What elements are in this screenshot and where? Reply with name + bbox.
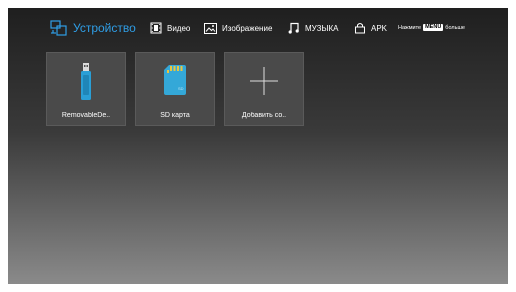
tab-music-label: МУЗЫКА <box>305 23 339 33</box>
top-navigation: Устройство Видео Изображение МУЗЫКА APK … <box>8 8 508 48</box>
tile-add-device[interactable]: Добавить со.. <box>224 52 304 126</box>
hint-prefix: Нажмите <box>398 24 422 31</box>
hint-suffix: больше <box>445 24 465 31</box>
tile-removable-device[interactable]: RemovableDe.. <box>46 52 126 126</box>
tab-apk[interactable]: APK <box>354 18 387 38</box>
tab-image[interactable]: Изображение <box>204 18 272 38</box>
bag-icon <box>354 22 366 34</box>
image-icon <box>204 22 217 34</box>
usb-drive-icon <box>79 63 93 106</box>
tab-device-label: Устройство <box>73 21 136 35</box>
tab-video[interactable]: Видео <box>150 18 190 38</box>
plus-icon <box>250 67 278 100</box>
tab-apk-label: APK <box>371 23 388 33</box>
tab-music[interactable]: МУЗЫКА <box>288 18 338 38</box>
devices-icon <box>50 20 68 36</box>
sd-card-icon: SD <box>164 65 186 100</box>
tile-label: Добавить со.. <box>241 112 287 119</box>
svg-text:SD: SD <box>178 86 184 91</box>
film-icon <box>150 22 162 34</box>
menu-hint: Нажмите MENU больше <box>398 24 465 31</box>
tab-image-label: Изображение <box>222 23 273 33</box>
tab-device[interactable]: Устройство <box>50 18 136 38</box>
media-browser-screen: Устройство Видео Изображение МУЗЫКА APK … <box>8 8 508 284</box>
music-note-icon <box>288 22 300 34</box>
tile-label: SD карта <box>160 112 190 119</box>
tile-label: RemovableDe.. <box>61 112 111 119</box>
tab-video-label: Видео <box>167 23 191 33</box>
menu-key-badge: MENU <box>423 24 444 31</box>
tile-sd-card[interactable]: SD SD карта <box>135 52 215 126</box>
